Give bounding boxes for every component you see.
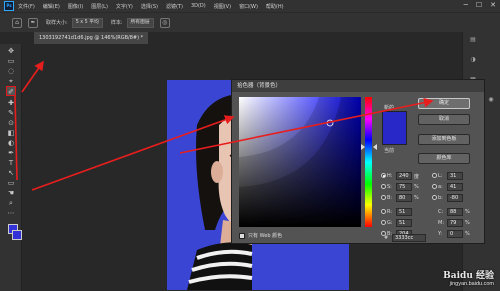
rectangle-tool-icon[interactable]: ▭ — [6, 178, 16, 188]
hex-label: # — [384, 235, 389, 241]
layer-visibility-icon[interactable]: ◉ — [485, 96, 497, 106]
lab-l-radio[interactable] — [432, 173, 437, 178]
saturation-brightness-field[interactable] — [239, 97, 361, 227]
dialog-title: 拾色器（背景色） — [232, 80, 484, 92]
close-button[interactable]: ✕ — [490, 1, 496, 9]
crop-tool-icon[interactable]: ⌖ — [6, 76, 16, 86]
healing-brush-tool-icon[interactable]: ✚ — [6, 98, 16, 108]
eyedropper-icon[interactable]: ✒ — [28, 17, 38, 28]
lab-b-radio[interactable] — [432, 195, 437, 200]
eyedropper-tool-icon[interactable]: ✐ — [6, 86, 16, 96]
pen-tool-icon[interactable]: ✒ — [6, 148, 16, 158]
sample-size-select[interactable]: 5 x 5 平均 — [71, 17, 103, 28]
baidu-watermark: Baidu 经验 jingyan.baidu.com — [443, 268, 494, 287]
show-sampling-ring-icon[interactable]: ◎ — [159, 17, 170, 28]
hue-input[interactable]: 240 — [396, 172, 412, 180]
hue-radio[interactable] — [381, 173, 386, 178]
lab-a-radio[interactable] — [432, 184, 437, 189]
hue-pointer-right[interactable] — [373, 144, 377, 150]
new-color-swatch — [382, 111, 407, 128]
move-tool-icon[interactable]: ✥ — [6, 46, 16, 56]
color-picker-dialog: 拾色器（背景色） 新的 当前 确定 取消 添加到色板 颜色库 H: 240 度 … — [231, 79, 485, 244]
document-tab-bar: 1303192741d1d6.jpg @ 146%(RGB/8#) * — [32, 32, 462, 44]
brightness-input[interactable]: 80 — [396, 194, 412, 202]
menu-select[interactable]: 选择(S) — [141, 3, 158, 10]
watermark-url: jingyan.baidu.com — [449, 281, 494, 287]
photoshop-logo: Ps — [4, 1, 14, 11]
window-controls: ─ ☐ ✕ — [464, 1, 496, 9]
hue-pointer-left[interactable] — [361, 144, 365, 150]
menu-type[interactable]: 文字(Y) — [116, 3, 133, 10]
home-icon[interactable]: ⌂ — [12, 17, 22, 28]
color-libraries-button[interactable]: 颜色库 — [418, 153, 470, 164]
more-tools-icon[interactable]: ⋯ — [6, 208, 16, 218]
saturation-radio[interactable] — [381, 184, 386, 189]
hue-slider[interactable] — [365, 97, 372, 227]
panel-history-icon[interactable]: ▤ — [467, 36, 479, 46]
sample-select[interactable]: 所有图层 — [126, 17, 154, 28]
menu-image[interactable]: 图像(I) — [68, 3, 83, 10]
type-tool-icon[interactable]: T — [6, 158, 16, 168]
current-color-swatch — [382, 128, 407, 145]
lab-b-input[interactable]: -80 — [447, 194, 463, 202]
background-color-swatch[interactable] — [12, 230, 22, 240]
green-radio[interactable] — [381, 220, 386, 225]
hex-input[interactable]: 3333cc — [392, 234, 426, 242]
only-web-colors-label: 只有 Web 颜色 — [248, 233, 283, 239]
hand-tool-icon[interactable]: ☚ — [6, 188, 16, 198]
eraser-tool-icon[interactable]: ◧ — [6, 128, 16, 138]
zoom-tool-icon[interactable]: ⌕ — [6, 198, 16, 208]
menu-edit[interactable]: 编辑(E) — [43, 3, 60, 10]
sample-size-label: 取样大小: — [46, 20, 68, 26]
menu-bar: Ps 文件(F) 编辑(E) 图像(I) 图层(L) 文字(Y) 选择(S) 滤… — [0, 0, 500, 12]
green-input[interactable]: 51 — [396, 219, 412, 227]
menu-layer[interactable]: 图层(L) — [91, 3, 108, 10]
maximize-button[interactable]: ☐ — [476, 1, 482, 9]
menu-view[interactable]: 视图(V) — [214, 3, 231, 10]
watermark-logo: Baidu 经验 — [443, 271, 494, 281]
ok-button[interactable]: 确定 — [418, 98, 470, 109]
sample-label: 样本: — [110, 20, 123, 26]
gradient-tool-icon[interactable]: ◐ — [6, 138, 16, 148]
tools-panel: ✥ ▭ ◌ ⌖ ✐ ✚ ✎ ⊙ ◧ ◐ ✒ T ↖ ▭ ☚ ⌕ ⋯ — [0, 44, 22, 291]
brush-tool-icon[interactable]: ✎ — [6, 108, 16, 118]
menu-window[interactable]: 窗口(W) — [239, 3, 258, 10]
cyan-input[interactable]: 88 — [447, 208, 463, 216]
brightness-radio[interactable] — [381, 195, 386, 200]
menu-file[interactable]: 文件(F) — [18, 3, 35, 10]
red-radio[interactable] — [381, 209, 386, 214]
menu-3d[interactable]: 3D(D) — [191, 3, 206, 9]
yellow-input[interactable]: 0 — [447, 230, 463, 238]
lasso-tool-icon[interactable]: ◌ — [6, 66, 16, 76]
red-input[interactable]: 51 — [396, 208, 412, 216]
document-tab[interactable]: 1303192741d1d6.jpg @ 146%(RGB/8#) * — [34, 32, 149, 44]
saturation-input[interactable]: 75 — [396, 183, 412, 191]
options-bar: ⌂ ✒ 取样大小: 5 x 5 平均 样本: 所有图层 ◎ — [0, 12, 500, 32]
magenta-input[interactable]: 79 — [447, 219, 463, 227]
minimize-button[interactable]: ─ — [464, 1, 468, 9]
lab-l-input[interactable]: 31 — [447, 172, 463, 180]
marquee-tool-icon[interactable]: ▭ — [6, 56, 16, 66]
menu-filter[interactable]: 滤镜(T) — [166, 3, 183, 10]
only-web-colors-checkbox[interactable] — [239, 233, 245, 239]
lab-a-input[interactable]: 41 — [447, 183, 463, 191]
path-selection-tool-icon[interactable]: ↖ — [6, 168, 16, 178]
current-color-label: 当前 — [384, 148, 395, 154]
cancel-button[interactable]: 取消 — [418, 114, 470, 125]
menu-help[interactable]: 帮助(H) — [266, 3, 284, 10]
add-to-swatches-button[interactable]: 添加到色板 — [418, 134, 470, 145]
clone-stamp-tool-icon[interactable]: ⊙ — [6, 118, 16, 128]
new-color-label: 新的 — [384, 105, 395, 111]
hex-field: # 3333cc — [384, 234, 426, 242]
panel-color-icon[interactable]: ◑ — [467, 56, 479, 66]
